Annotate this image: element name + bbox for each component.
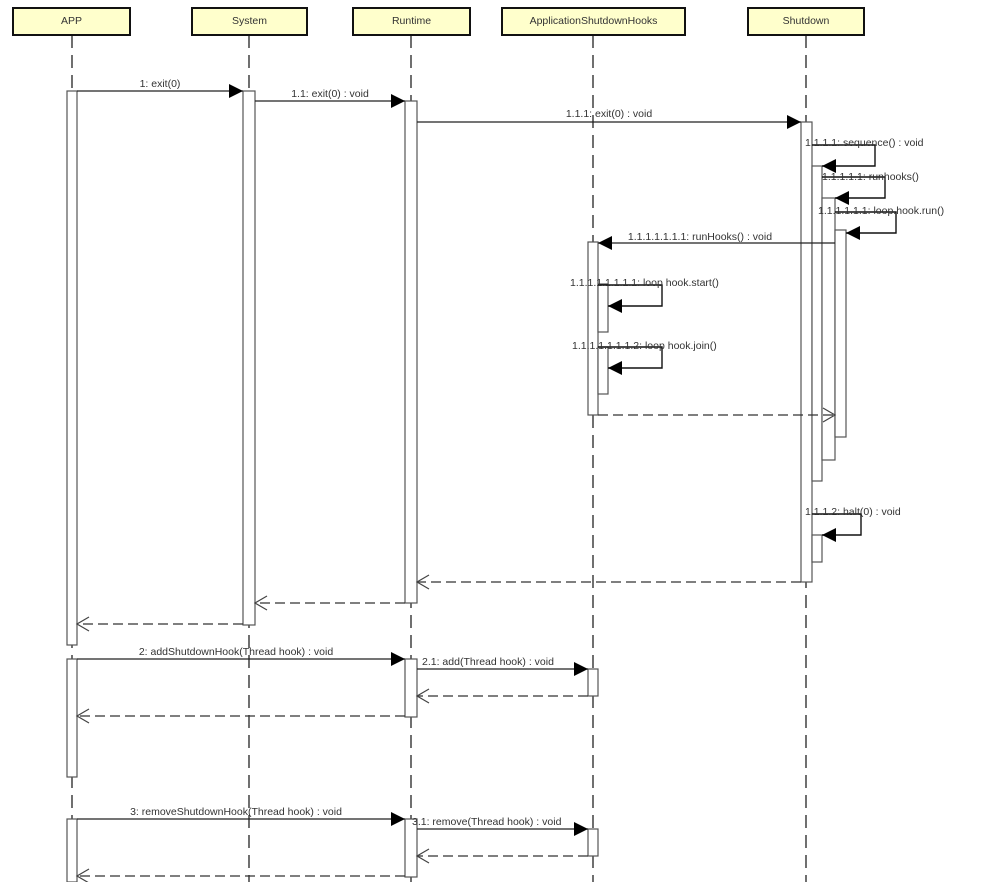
message-label: 1.1.1.1.1.1.1.1: loop hook.start() <box>570 277 719 289</box>
activation-bar <box>404 658 418 718</box>
message-label: 1.1.1.1.1.1: loop.hook.run() <box>818 205 944 217</box>
arrowhead <box>608 361 622 375</box>
activation-bar <box>66 90 78 646</box>
diagram-canvas: APP System Runtime ApplicationShutdownHooks… <box>12 7 944 882</box>
arrowhead <box>608 299 622 313</box>
arrowhead <box>822 528 836 542</box>
activation-bar <box>597 283 609 333</box>
message-label: 1.1.1.1: sequence() : void <box>805 137 924 149</box>
message-label: 1.1.1.1.1.1.1: runHooks() : void <box>628 231 772 243</box>
participant-label: Shutdown <box>783 15 830 27</box>
activation-bar <box>587 241 599 416</box>
activation-bar <box>66 818 78 882</box>
arrowhead <box>787 115 801 129</box>
activation-bar <box>404 100 418 604</box>
activation-bar <box>587 668 599 697</box>
message-label: 1: exit(0) <box>140 78 181 90</box>
activation-bar <box>242 90 256 626</box>
arrowhead <box>598 236 612 250</box>
activation-bar <box>811 534 823 563</box>
activation-bar <box>597 346 609 395</box>
sequence-diagram: APP System Runtime ApplicationShutdownHooks… <box>0 0 994 882</box>
message-label: 1.1.1.2: halt(0) : void <box>805 506 901 518</box>
arrowhead <box>574 662 588 676</box>
message-label: 1.1.1: exit(0) : void <box>566 108 653 120</box>
arrowhead <box>391 652 405 666</box>
arrowhead <box>229 84 243 98</box>
arrowhead <box>846 226 860 240</box>
activation-bar <box>834 229 847 438</box>
activation-bar <box>821 197 836 461</box>
arrowhead <box>574 822 588 836</box>
message-label: 1.1: exit(0) : void <box>291 88 369 100</box>
message-label: 1.1.1.1.1.1.1.2: loop hook.join() <box>572 340 717 352</box>
participant-label: ApplicationShutdownHooks <box>530 15 658 27</box>
arrowhead <box>391 94 405 108</box>
message-label: 2: addShutdownHook(Thread hook) : void <box>139 646 334 658</box>
participant-label: Runtime <box>392 15 431 27</box>
participant-label: APP <box>61 15 82 27</box>
message-label: 3.1: remove(Thread hook) : void <box>412 816 562 828</box>
activation-bar <box>587 828 599 857</box>
participant-label: System <box>232 15 267 27</box>
message-label: 3: removeShutdownHook(Thread hook) : voi… <box>130 806 342 818</box>
arrowhead <box>391 812 405 826</box>
arrowhead <box>835 191 849 205</box>
activation-bar <box>66 658 78 778</box>
message-label: 1.1.1.1.1: runhooks() <box>822 171 919 183</box>
message-label: 2.1: add(Thread hook) : void <box>422 656 554 668</box>
